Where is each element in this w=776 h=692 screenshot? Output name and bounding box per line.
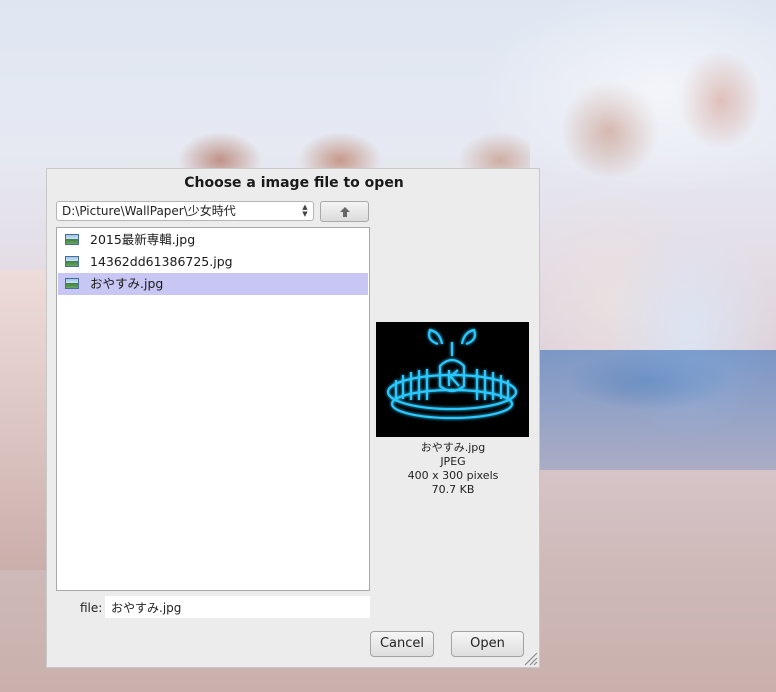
image-file-icon: [65, 278, 79, 289]
preview-info: おやすみ.jpg JPEG 400 x 300 pixels 70.7 KB: [357, 441, 549, 497]
file-name-label: file:: [80, 601, 103, 615]
resize-grip-icon[interactable]: [522, 650, 538, 666]
file-list-item[interactable]: 14362dd61386725.jpg: [58, 251, 368, 273]
open-file-dialog: Choose a image file to open D:\Picture\W…: [46, 168, 540, 668]
file-list[interactable]: 2015最新専輯.jpg 14362dd61386725.jpg おやすみ.jp…: [56, 227, 370, 591]
wallpaper-boat: [540, 350, 776, 470]
file-list-item-selected[interactable]: おやすみ.jpg: [58, 273, 368, 295]
preview-file-name: おやすみ.jpg: [420, 441, 486, 454]
wallpaper-figure-left: [0, 270, 50, 570]
directory-path: D:\Picture\WallPaper\少女時代: [62, 204, 236, 218]
file-name-field[interactable]: [105, 596, 370, 618]
image-file-icon: [65, 256, 79, 267]
up-arrow-icon: [339, 207, 350, 217]
neon-logo-preview: [386, 328, 518, 420]
dialog-title: Choose a image file to open: [184, 175, 404, 191]
preview-size: 70.7 KB: [431, 483, 475, 496]
file-list-item[interactable]: 2015最新専輯.jpg: [58, 229, 368, 251]
open-button[interactable]: Open: [451, 631, 524, 657]
preview-format: JPEG: [440, 455, 466, 468]
parent-folder-button[interactable]: [320, 201, 369, 222]
image-file-icon: [65, 234, 79, 245]
file-name: 14362dd61386725.jpg: [90, 254, 233, 269]
file-name: 2015最新専輯.jpg: [90, 232, 196, 247]
combo-arrows-icon: ▲ ▼: [302, 203, 308, 218]
cancel-button[interactable]: Cancel: [370, 631, 434, 657]
wallpaper-figures-top: [170, 120, 530, 170]
directory-combobox[interactable]: D:\Picture\WallPaper\少女時代 ▲ ▼: [56, 201, 314, 221]
file-name: おやすみ.jpg: [90, 276, 164, 291]
preview-dimensions: 400 x 300 pixels: [407, 469, 499, 482]
image-preview: [376, 322, 529, 437]
